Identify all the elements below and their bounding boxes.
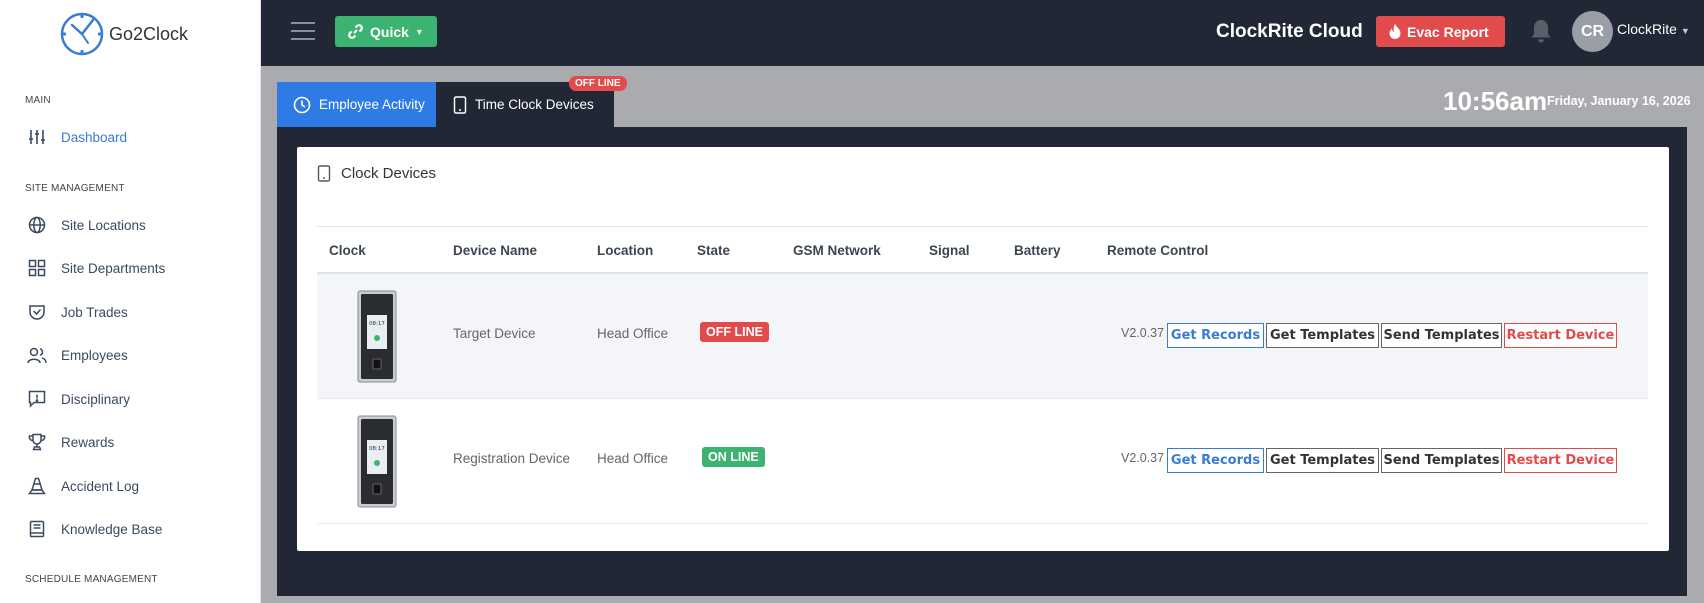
column-header: Battery xyxy=(1014,243,1061,258)
bell-icon[interactable] xyxy=(1529,18,1553,44)
tab-label: Time Clock Devices xyxy=(475,97,594,112)
shield-check-icon xyxy=(26,301,48,323)
restart-device-button[interactable]: Restart Device xyxy=(1504,323,1617,348)
link-icon xyxy=(348,24,363,39)
top-bar: Quick ▼ ClockRite Cloud Evac Report CR C… xyxy=(261,0,1704,66)
section-label-site-management: SITE MANAGEMENT xyxy=(25,183,125,194)
tab-label: Employee Activity xyxy=(319,97,425,112)
device-name: Registration Device xyxy=(453,451,571,466)
clock-device-image: 08:17 xyxy=(357,415,397,508)
get-records-button[interactable]: Get Records xyxy=(1167,323,1264,348)
user-menu[interactable]: ClockRite ▼ xyxy=(1617,21,1690,37)
column-header: GSM Network xyxy=(793,243,881,258)
state-badge: OFF LINE xyxy=(700,322,769,342)
column-header: Signal xyxy=(929,243,970,258)
send-templates-button[interactable]: Send Templates xyxy=(1381,323,1502,348)
column-header: Location xyxy=(597,243,654,258)
current-date: Friday, January 16, 2026 xyxy=(1547,94,1691,108)
status-badge: OFF LINE xyxy=(569,76,627,91)
sidebar-item-disciplinary[interactable]: Disciplinary xyxy=(26,387,130,411)
device-screen-time: 08:17 xyxy=(369,321,385,327)
sidebar-item-label: Disciplinary xyxy=(61,391,131,407)
users-icon xyxy=(26,344,48,366)
column-header: State xyxy=(697,243,731,258)
sidebar-item-site-departments[interactable]: Site Departments xyxy=(26,256,165,280)
sidebar-item-accident-log[interactable]: Accident Log xyxy=(26,474,139,498)
clock-logo-icon xyxy=(60,12,104,56)
send-templates-button[interactable]: Send Templates xyxy=(1381,448,1502,473)
firmware-version: V2.0.37 xyxy=(1121,326,1165,340)
section-label-main: MAIN xyxy=(25,95,51,106)
current-time: 10:56am xyxy=(1443,86,1548,116)
sidebar-item-knowledge-base[interactable]: Knowledge Base xyxy=(26,517,162,541)
column-header: Remote Control xyxy=(1107,243,1209,258)
column-header: Clock xyxy=(329,243,366,258)
sidebar-item-site-locations[interactable]: Site Locations xyxy=(26,213,146,237)
sidebar-item-dashboard[interactable]: Dashboard xyxy=(26,125,127,149)
globe-icon xyxy=(26,214,48,236)
sidebar: Go2Clock MAIN Dashboard SITE MANAGEMENT … xyxy=(0,0,261,603)
quick-button-label: Quick xyxy=(370,23,409,40)
sidebar-item-job-trades[interactable]: Job Trades xyxy=(26,300,128,324)
sliders-icon xyxy=(26,126,48,148)
sidebar-item-label: Dashboard xyxy=(61,129,128,145)
clock-device-image: 08:17 xyxy=(357,290,397,383)
grid-icon xyxy=(26,257,48,279)
chevron-down-icon: ▼ xyxy=(414,26,424,37)
table-row: 08:17 Target Device Head Office OFF LINE… xyxy=(317,274,1648,399)
username-label: ClockRite xyxy=(1617,21,1677,37)
sidebar-item-label: Job Trades xyxy=(61,304,128,320)
avatar[interactable]: CR xyxy=(1572,11,1613,52)
tablet-icon xyxy=(453,95,467,114)
book-icon xyxy=(26,518,48,540)
device-screen-time: 08:17 xyxy=(369,446,385,452)
cone-icon xyxy=(26,475,48,497)
sidebar-item-employees[interactable]: Employees xyxy=(26,343,128,367)
sidebar-item-label: Site Locations xyxy=(61,217,146,233)
quick-button[interactable]: Quick ▼ xyxy=(335,16,437,47)
menu-icon[interactable] xyxy=(291,22,315,40)
evac-report-label: Evac Report xyxy=(1407,23,1489,40)
column-header: Device Name xyxy=(453,243,538,258)
sidebar-item-label: Employees xyxy=(61,347,128,363)
device-location: Head Office xyxy=(597,451,669,466)
sidebar-item-rewards[interactable]: Rewards xyxy=(26,430,114,454)
table-row: 08:17 Registration Device Head Office ON… xyxy=(317,399,1648,524)
card-title-label: Clock Devices xyxy=(341,165,437,182)
restart-device-button[interactable]: Restart Device xyxy=(1504,448,1617,473)
evac-report-button[interactable]: Evac Report xyxy=(1376,16,1505,47)
clock-devices-card: Clock Devices Clock Device Name Location… xyxy=(297,147,1669,551)
card-title: Clock Devices xyxy=(317,165,436,182)
device-location: Head Office xyxy=(597,326,669,341)
clock-icon xyxy=(293,96,311,114)
tab-employee-activity[interactable]: Employee Activity xyxy=(277,82,436,127)
trophy-icon xyxy=(26,431,48,453)
sidebar-item-label: Site Departments xyxy=(61,260,166,276)
get-templates-button[interactable]: Get Templates xyxy=(1266,323,1379,348)
table-header: Clock Device Name Location State GSM Net… xyxy=(317,226,1648,274)
devices-table: Clock Device Name Location State GSM Net… xyxy=(317,226,1648,524)
message-alert-icon xyxy=(26,388,48,410)
brand-name: Go2Clock xyxy=(109,23,189,44)
sidebar-item-label: Rewards xyxy=(61,434,115,450)
sidebar-item-label: Knowledge Base xyxy=(61,521,163,537)
flame-icon xyxy=(1389,23,1401,39)
chevron-down-icon: ▼ xyxy=(1680,26,1690,36)
app-title: ClockRite Cloud xyxy=(1216,21,1363,42)
section-label-schedule-management: SCHEDULE MANAGEMENT xyxy=(25,574,158,585)
state-badge: ON LINE xyxy=(702,447,765,467)
sidebar-item-label: Accident Log xyxy=(61,478,140,494)
firmware-version: V2.0.37 xyxy=(1121,451,1165,465)
get-records-button[interactable]: Get Records xyxy=(1167,448,1264,473)
device-name: Target Device xyxy=(453,326,536,341)
brand-logo[interactable]: Go2Clock xyxy=(59,11,188,57)
tablet-icon xyxy=(317,165,331,182)
get-templates-button[interactable]: Get Templates xyxy=(1266,448,1379,473)
